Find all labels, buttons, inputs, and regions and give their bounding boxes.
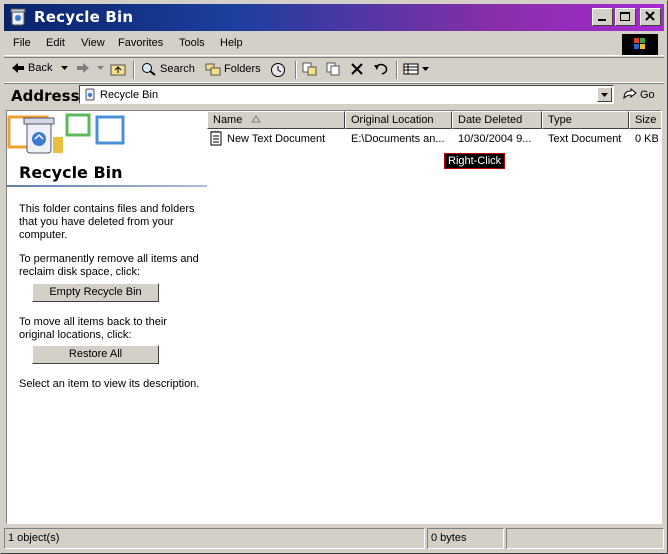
address-value: Recycle Bin (100, 89, 159, 101)
up-folder-icon (110, 64, 126, 76)
menu-favorites[interactable]: Favorites (118, 37, 163, 49)
close-button[interactable] (640, 8, 661, 26)
sidebar-title: Recycle Bin (19, 163, 123, 182)
views-dropdown-icon[interactable] (422, 66, 430, 72)
search-icon (142, 63, 156, 76)
column-header-name[interactable]: Name (207, 111, 345, 129)
window-title: Recycle Bin (34, 8, 134, 26)
empty-instructions-text: To permanently remove all items and recl… (19, 253, 199, 278)
status-bar: 1 object(s) 0 bytes (4, 527, 664, 551)
webview-sidebar: Recycle Bin This folder contains files a… (7, 111, 207, 523)
restore-all-button[interactable]: Restore All (32, 345, 159, 364)
maximize-button[interactable] (615, 8, 636, 26)
toolbar-separator (133, 61, 135, 79)
recycle-bin-icon[interactable] (8, 7, 28, 27)
back-arrow-icon (12, 63, 24, 73)
back-button[interactable]: Back (11, 62, 69, 74)
text-document-icon (210, 131, 222, 146)
chevron-down-icon (601, 93, 608, 97)
sidebar-hint-text: Select an item to view its description. (19, 378, 200, 390)
close-icon (645, 11, 655, 21)
status-object-count: 1 object(s) (4, 528, 425, 549)
menu-bar: File Edit View Favorites Tools Help (4, 33, 664, 56)
back-label: Back (28, 62, 53, 74)
row-original-location: E:\Documents an... (351, 133, 445, 145)
undo-icon (374, 63, 388, 75)
undo-button[interactable] (373, 62, 389, 76)
right-click-annotation: Right-Click (444, 153, 506, 169)
forward-arrow-icon (77, 63, 89, 73)
go-label: Go (640, 89, 655, 101)
address-bar: Address Recycle Bin Go (4, 83, 664, 108)
row-size: 0 KB (635, 133, 659, 145)
delete-x-icon (351, 63, 363, 75)
empty-recycle-bin-button[interactable]: Empty Recycle Bin (32, 283, 159, 302)
views-icon (403, 63, 419, 75)
folders-label: Folders (224, 63, 261, 75)
copy-to-icon (326, 62, 340, 76)
forward-dropdown-icon[interactable] (97, 65, 105, 71)
column-name-label: Name (213, 114, 243, 126)
row-name: New Text Document (227, 133, 326, 145)
toolbar-separator (396, 61, 398, 79)
go-button[interactable]: Go (622, 88, 655, 102)
menu-file[interactable]: File (13, 37, 31, 49)
row-type: Text Document (548, 133, 622, 145)
menu-edit[interactable]: Edit (46, 37, 65, 49)
column-header-type[interactable]: Type (542, 111, 629, 129)
go-arrow-icon (623, 88, 637, 100)
forward-button[interactable] (76, 62, 105, 74)
column-header-original-location[interactable]: Original Location (345, 111, 452, 129)
views-button[interactable] (403, 62, 430, 76)
restore-instructions-text: To move all items back to their original… (19, 316, 167, 341)
move-to-icon (302, 62, 317, 76)
minimize-icon (598, 19, 606, 21)
folders-button[interactable]: Folders (205, 62, 261, 76)
recycle-bin-small-icon (85, 88, 95, 101)
history-button[interactable] (270, 62, 286, 78)
title-bar[interactable]: Recycle Bin (4, 4, 664, 31)
content-pane: Recycle Bin This folder contains files a… (6, 110, 662, 524)
status-size: 0 bytes (427, 528, 504, 549)
back-dropdown-icon[interactable] (61, 65, 69, 71)
recycle-bin-banner-icon (7, 113, 125, 154)
column-header-size[interactable]: Size (629, 111, 661, 129)
file-list: Name Original Location Date Deleted Type… (207, 111, 661, 523)
sidebar-intro-text: This folder contains files and folders t… (19, 203, 195, 241)
copy-to-button[interactable] (326, 62, 342, 76)
standard-toolbar: Back Search Folders (4, 57, 664, 83)
search-label: Search (160, 63, 195, 75)
windows-logo-icon (622, 34, 658, 55)
minimize-button[interactable] (592, 8, 613, 26)
maximize-icon (620, 12, 630, 21)
explorer-window: Recycle Bin File Edit View Favorites Too… (0, 0, 668, 554)
search-button[interactable]: Search (141, 62, 195, 76)
delete-button[interactable] (350, 62, 364, 76)
menu-tools[interactable]: Tools (179, 37, 205, 49)
up-folder-button[interactable] (110, 62, 126, 76)
address-label: Address (11, 87, 80, 105)
move-to-button[interactable] (302, 62, 318, 76)
toolbar-separator (295, 61, 297, 79)
history-icon (271, 63, 285, 77)
address-dropdown[interactable] (597, 87, 612, 102)
folders-icon (205, 63, 221, 76)
column-header-date-deleted[interactable]: Date Deleted (452, 111, 542, 129)
row-date-deleted: 10/30/2004 9... (458, 133, 532, 145)
sidebar-divider (7, 185, 207, 187)
address-field[interactable]: Recycle Bin (79, 85, 614, 104)
status-zone-panel (506, 528, 664, 549)
sort-ascending-icon (251, 115, 262, 123)
menu-help[interactable]: Help (220, 37, 243, 49)
menu-view[interactable]: View (81, 37, 105, 49)
